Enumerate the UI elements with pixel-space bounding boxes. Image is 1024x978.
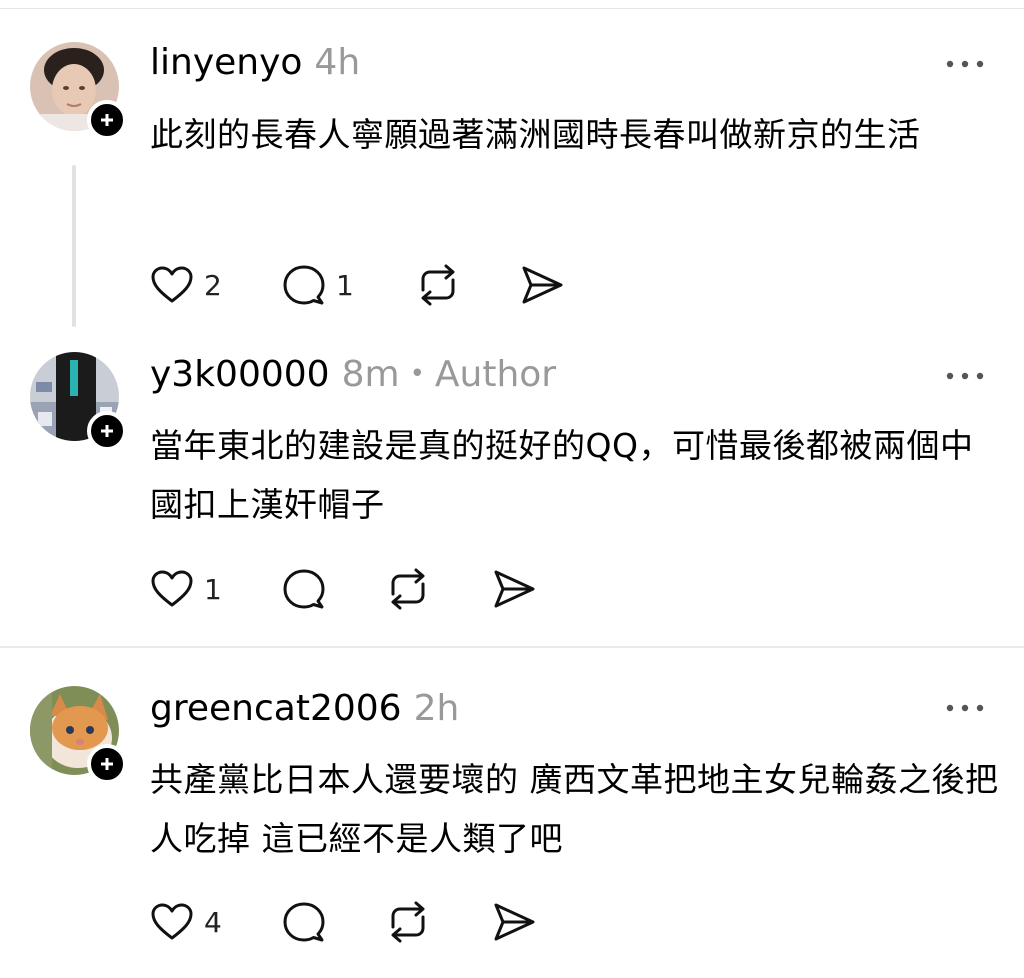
repost-button[interactable] (386, 899, 430, 945)
post-time: 8m (341, 354, 400, 395)
plus-icon (101, 114, 113, 126)
post-text: 此刻的長春人寧願過著滿洲國時長春叫做新京的生活 (150, 115, 921, 154)
reply-button[interactable] (282, 566, 326, 612)
more-icon[interactable] (944, 54, 986, 74)
follow-button[interactable] (87, 411, 127, 451)
reply-count: 1 (336, 268, 354, 302)
repost-icon (391, 568, 425, 610)
username[interactable]: greencat2006 (150, 688, 402, 729)
send-icon (494, 903, 535, 941)
follow-button[interactable] (87, 744, 127, 784)
repost-icon (421, 264, 455, 306)
like-button[interactable]: 2 (150, 262, 222, 308)
reply-button[interactable] (282, 899, 326, 945)
reply-button[interactable]: 1 (282, 262, 354, 308)
post-header: greencat2006 2h (150, 688, 459, 732)
like-count: 4 (204, 905, 222, 939)
like-count: 1 (204, 572, 222, 606)
share-button[interactable] (520, 262, 564, 308)
repost-button[interactable] (416, 262, 460, 308)
post-header: y3k00000 8m • Author (150, 354, 556, 398)
username[interactable]: y3k00000 (150, 354, 330, 395)
post-time: 2h (413, 688, 460, 729)
follow-button[interactable] (87, 100, 127, 140)
repost-button[interactable] (386, 566, 430, 612)
comment-icon (283, 265, 325, 305)
share-button[interactable] (492, 899, 536, 945)
like-button[interactable]: 4 (150, 899, 222, 945)
like-count: 2 (204, 268, 222, 302)
like-button[interactable]: 1 (150, 566, 222, 612)
more-icon[interactable] (944, 366, 986, 386)
plus-icon (101, 425, 113, 437)
send-icon (494, 570, 535, 608)
post-divider (0, 646, 1024, 648)
comment-icon (283, 902, 325, 942)
heart-icon (151, 266, 193, 303)
repost-icon (391, 901, 425, 943)
thread-page: linyenyo 4h 此刻的長春人寧願過著滿洲國時長春叫做新京的生活 2 1 (0, 0, 1024, 978)
share-button[interactable] (492, 566, 536, 612)
thread-connector (72, 165, 76, 327)
heart-icon (151, 570, 193, 607)
send-icon (522, 266, 563, 304)
post-time: 4h (314, 42, 361, 83)
post-header: linyenyo 4h (150, 42, 360, 86)
post-text: 共產黨比日本人還要壞的 廣西文革把地主女兒輪姦之後把人吃掉 這已經不是人類了吧 (150, 760, 999, 858)
post-text: 當年東北的建設是真的挺好的QQ，可惜最後都被兩個中國扣上漢奸帽子 (150, 426, 974, 524)
plus-icon (101, 758, 113, 770)
author-tag: Author (434, 354, 557, 395)
username[interactable]: linyenyo (150, 42, 302, 83)
top-divider (0, 8, 1024, 9)
comment-icon (283, 569, 325, 609)
heart-icon (151, 903, 193, 940)
more-icon[interactable] (944, 698, 986, 718)
meta-separator: • (409, 359, 425, 389)
